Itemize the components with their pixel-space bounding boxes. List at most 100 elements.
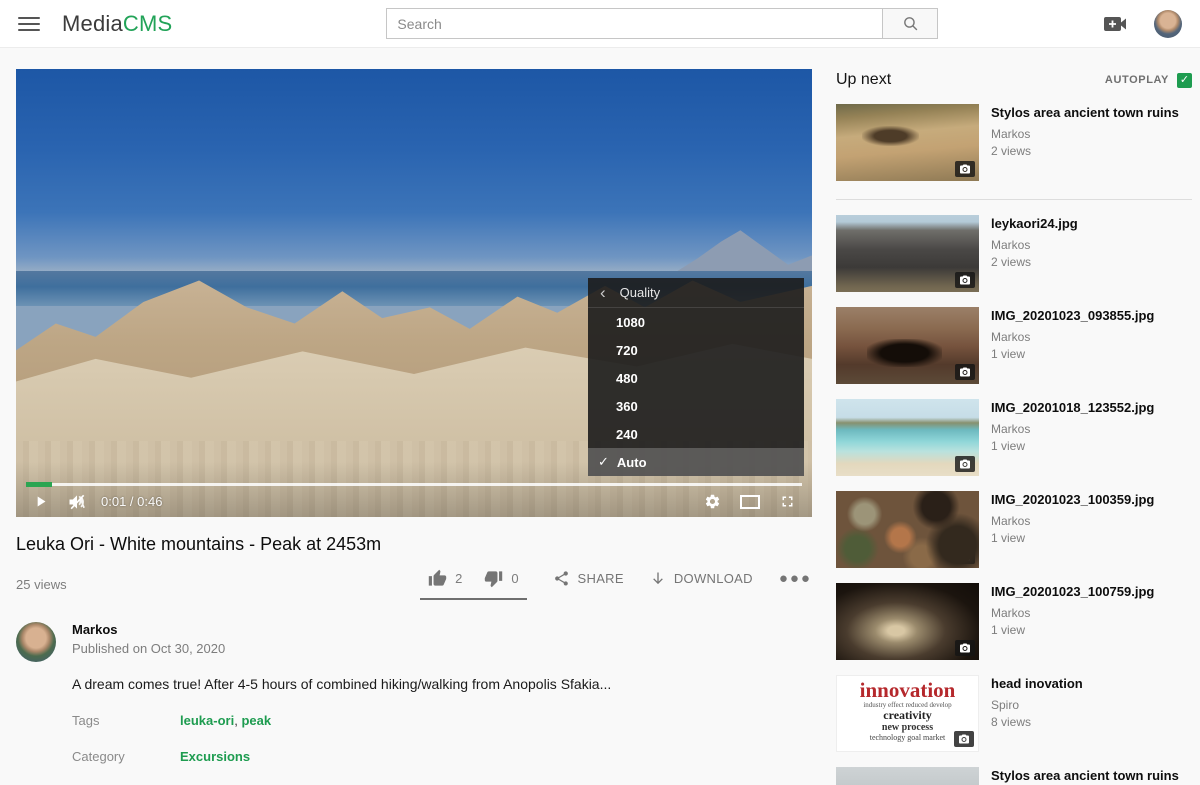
tag-link-leuka-ori[interactable]: leuka-ori [180,713,234,728]
theater-mode-button[interactable] [739,494,761,510]
up-next-item[interactable]: IMG_20201023_093855.jpg Markos 1 view [836,307,1192,384]
play-button[interactable] [32,493,49,510]
thumbnail [836,215,979,292]
brand-logo[interactable]: MediaCMS [62,11,172,37]
item-author: Markos [991,606,1154,621]
up-next-item[interactable]: Stylos area ancient town ruins [836,767,1192,785]
author-name[interactable]: Markos [72,622,225,637]
main-column: ‹ Quality 1080 720 480 360 240 ✓Auto 0:0… [16,48,812,785]
share-button[interactable]: SHARE [553,570,624,587]
item-title[interactable]: IMG_20201023_100359.jpg [991,492,1154,508]
item-views: 1 view [991,439,1154,454]
fullscreen-button[interactable] [779,493,796,510]
view-count: 25 views [16,577,67,592]
tag-link-peak[interactable]: peak [241,713,271,728]
camera-icon [955,364,975,380]
menu-icon[interactable] [18,17,40,31]
quality-menu-back[interactable]: ‹ Quality [588,278,804,308]
play-icon [32,493,49,510]
search-button[interactable] [883,8,938,39]
thumbnail [836,767,979,785]
volume-muted-icon [67,492,87,512]
download-button[interactable]: DOWNLOAD [650,570,753,587]
up-next-item[interactable]: Stylos area ancient town ruins Markos 2 … [836,104,1192,181]
player-controls: 0:01 / 0:46 [16,486,812,517]
thumb-down-icon [484,569,503,588]
theater-mode-icon [739,494,761,510]
item-views: 1 view [991,531,1154,546]
like-button[interactable]: 2 [428,569,462,588]
camera-icon [955,161,975,177]
item-title[interactable]: head inovation [991,676,1083,692]
item-views: 2 views [991,144,1179,159]
item-views: 1 view [991,347,1154,362]
camera-icon [955,548,975,564]
item-title[interactable]: Stylos area ancient town ruins [991,768,1179,784]
item-title[interactable]: IMG_20201018_123552.jpg [991,400,1154,416]
quality-option-1080[interactable]: 1080 [588,308,804,336]
up-next-item[interactable]: IMG_20201018_123552.jpg Markos 1 view [836,399,1192,476]
autoplay-checkbox[interactable]: ✓ [1177,73,1192,88]
up-next-item[interactable]: innovation industry effect reduced devel… [836,675,1192,752]
download-label: DOWNLOAD [674,571,753,586]
quality-menu: ‹ Quality 1080 720 480 360 240 ✓Auto [588,278,804,476]
item-title[interactable]: Stylos area ancient town ruins [991,105,1179,121]
likes-group: 2 0 [420,569,526,600]
search-icon [902,15,919,32]
item-views: 2 views [991,255,1078,270]
quality-option-720[interactable]: 720 [588,336,804,364]
up-next-title: Up next [836,71,891,89]
tag-separator: , [234,713,238,728]
camera-icon [955,272,975,288]
up-next-item[interactable]: IMG_20201023_100359.jpg Markos 1 view [836,491,1192,568]
download-icon [650,570,666,587]
video-player: ‹ Quality 1080 720 480 360 240 ✓Auto 0:0… [16,69,812,517]
settings-button[interactable] [704,493,721,510]
quality-option-240[interactable]: 240 [588,420,804,448]
share-icon [553,570,570,587]
autoplay-label: AUTOPLAY [1105,74,1169,86]
fullscreen-icon [779,493,796,510]
thumb-up-icon [428,569,447,588]
like-ratio-bar [420,598,526,600]
time-display: 0:01 / 0:46 [101,494,162,509]
category-link[interactable]: Excursions [180,749,250,764]
upload-media-icon[interactable] [1104,16,1128,32]
quality-option-480[interactable]: 480 [588,364,804,392]
video-description: A dream comes true! After 4-5 hours of c… [72,676,812,692]
quality-option-360[interactable]: 360 [588,392,804,420]
item-author: Markos [991,238,1078,253]
category-label: Category [72,749,180,764]
brand-cms: CMS [123,11,173,36]
item-views: 8 views [991,715,1083,730]
tags-label: Tags [72,713,180,728]
more-options-icon[interactable]: ●●● [779,570,812,587]
quality-menu-title: Quality [620,285,660,300]
like-count: 2 [455,571,462,586]
gear-icon [704,493,721,510]
item-author: Spiro [991,698,1083,713]
share-label: SHARE [578,571,624,586]
published-date: Published on Oct 30, 2020 [72,641,225,656]
item-title[interactable]: leykaori24.jpg [991,216,1078,232]
mute-button[interactable] [67,492,87,512]
camera-icon [955,456,975,472]
search-input[interactable] [386,8,883,39]
up-next-item[interactable]: leykaori24.jpg Markos 2 views [836,215,1192,292]
item-title[interactable]: IMG_20201023_100759.jpg [991,584,1154,600]
up-next-item[interactable]: IMG_20201023_100759.jpg Markos 1 view [836,583,1192,660]
thumbnail [836,307,979,384]
top-navbar: MediaCMS [0,0,1200,48]
thumbnail [836,104,979,181]
quality-option-auto[interactable]: ✓Auto [588,448,804,476]
video-title: Leuka Ori - White mountains - Peak at 24… [16,534,812,555]
check-icon: ✓ [598,454,609,470]
item-author: Markos [991,330,1154,345]
chevron-left-icon: ‹ [600,284,606,301]
thumbnail [836,583,979,660]
dislike-button[interactable]: 0 [484,569,518,588]
item-author: Markos [991,422,1154,437]
user-avatar[interactable] [1154,10,1182,38]
author-avatar[interactable] [16,622,56,662]
item-title[interactable]: IMG_20201023_093855.jpg [991,308,1154,324]
